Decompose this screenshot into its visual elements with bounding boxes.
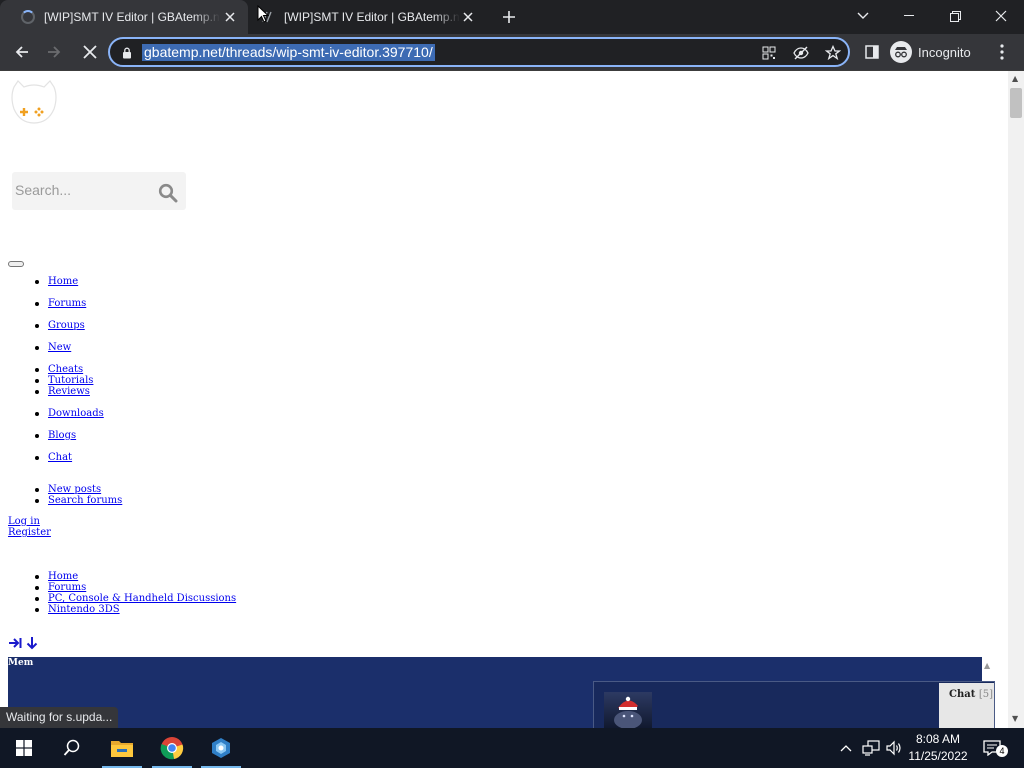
scroll-up-arrow-icon[interactable]: ▲	[1012, 74, 1018, 83]
file-explorer-button[interactable]	[98, 728, 146, 768]
new-posts-link[interactable]: New posts	[48, 484, 101, 495]
nav-item-downloads[interactable]: Downloads	[35, 408, 104, 420]
incognito-icon	[890, 41, 912, 63]
nav-link-reviews[interactable]: Reviews	[48, 386, 90, 397]
show-hidden-icons-button[interactable]	[836, 738, 856, 758]
nav-link-new[interactable]: New	[48, 342, 71, 353]
nav-link-tutorials[interactable]: Tutorials	[48, 375, 93, 386]
nav-item-forums[interactable]: Forums	[34, 298, 86, 310]
tab-active[interactable]: [WIP]SMT IV Editor | GBAtemp.net	[0, 0, 248, 34]
tab-strip: [WIP]SMT IV Editor | GBAtemp.net [WIP]SM…	[0, 0, 1024, 34]
nav-link-chat[interactable]: Chat	[48, 452, 72, 463]
incognito-label: Incognito	[918, 44, 971, 60]
nav-link-cheats[interactable]: Cheats	[48, 364, 83, 375]
nav-link-forums[interactable]: Forums	[48, 298, 86, 309]
taskbar-search-button[interactable]	[48, 728, 96, 768]
chrome-taskbar-button[interactable]	[148, 728, 196, 768]
browser-toolbar: gbatemp.net/threads/wip-smt-iv-editor.39…	[0, 34, 1024, 71]
new-tab-button[interactable]	[498, 6, 520, 28]
chat-avatar	[604, 692, 652, 728]
tab-title: [WIP]SMT IV Editor | GBAtemp.net	[284, 10, 460, 24]
minimize-button[interactable]	[886, 0, 932, 32]
clock-time: 8:08 AM	[915, 732, 961, 746]
jump-to-new-icon[interactable]	[8, 635, 22, 654]
search-forums-link[interactable]: Search forums	[48, 495, 122, 506]
jump-controls	[8, 635, 39, 654]
page-scrollbar[interactable]: ▲ ▼	[1008, 71, 1024, 728]
lock-icon[interactable]	[118, 44, 136, 62]
address-bar[interactable]: gbatemp.net/threads/wip-smt-iv-editor.39…	[108, 37, 850, 67]
status-bubble: Waiting for s.upda...	[0, 707, 119, 728]
incognito-indicator[interactable]: Incognito	[890, 39, 971, 65]
close-window-button[interactable]	[978, 0, 1024, 32]
page-content: Home Forums Groups New Cheats Tutorials …	[0, 71, 1008, 728]
close-tab-icon[interactable]	[222, 9, 238, 25]
chat-count: [5]	[978, 689, 993, 700]
breadcrumb-link-3ds[interactable]: Nintendo 3DS	[48, 604, 120, 615]
mouse-cursor-icon	[257, 4, 270, 27]
search-input[interactable]	[15, 182, 145, 198]
loading-spinner-icon	[20, 9, 36, 25]
chat-label: Chat	[949, 689, 976, 700]
notification-count-badge: 4	[996, 745, 1008, 757]
register-link[interactable]: Register	[8, 527, 51, 539]
nav-link-blogs[interactable]: Blogs	[48, 430, 76, 441]
nav-item-reviews[interactable]: Reviews	[35, 386, 90, 398]
menu-toggle-button[interactable]	[8, 261, 24, 267]
chat-toggle-button[interactable]: Chat [5]	[939, 683, 994, 728]
clock-date: 11/25/2022	[908, 749, 968, 763]
url-text[interactable]: gbatemp.net/threads/wip-smt-iv-editor.39…	[142, 44, 435, 61]
restore-button[interactable]	[932, 0, 978, 32]
volume-icon[interactable]	[884, 738, 904, 758]
network-icon[interactable]	[861, 738, 881, 758]
nav-item-home[interactable]: Home	[34, 276, 78, 288]
tracking-protection-icon[interactable]	[792, 44, 810, 62]
nav-item-blogs[interactable]: Blogs	[34, 430, 76, 442]
app-taskbar-button[interactable]	[197, 728, 245, 768]
nav-link-home[interactable]: Home	[48, 276, 78, 287]
nav-item-groups[interactable]: Groups	[35, 320, 85, 332]
windows-taskbar: 8:08 AM 11/25/2022 4	[0, 728, 1024, 768]
scroll-down-arrow-icon[interactable]: ▼	[1012, 714, 1018, 723]
back-button[interactable]	[8, 38, 36, 66]
nav-link-downloads[interactable]: Downloads	[48, 408, 104, 419]
forward-button[interactable]	[40, 38, 68, 66]
search-icon[interactable]	[158, 183, 178, 207]
start-button[interactable]	[0, 728, 48, 768]
tab-inactive[interactable]: [WIP]SMT IV Editor | GBAtemp.net	[248, 0, 486, 34]
tab-search-button[interactable]	[840, 0, 886, 32]
nav-item-new[interactable]: New	[34, 342, 71, 354]
inner-scroll-up-icon[interactable]: ▲	[984, 661, 990, 670]
scrollbar-thumb[interactable]	[1010, 88, 1022, 118]
sub-nav-item[interactable]: Search forums	[34, 495, 122, 507]
bookmark-star-icon[interactable]	[824, 44, 842, 62]
breadcrumb-link-home[interactable]: Home	[48, 571, 78, 582]
tab-title: [WIP]SMT IV Editor | GBAtemp.net	[44, 10, 220, 24]
breadcrumb-item[interactable]: Nintendo 3DS	[35, 604, 120, 616]
chat-panel	[593, 681, 995, 728]
gbatemp-logo[interactable]	[8, 79, 60, 129]
stop-loading-button[interactable]	[76, 38, 104, 66]
close-tab-icon[interactable]	[460, 9, 476, 25]
system-clock[interactable]: 8:08 AM 11/25/2022	[904, 731, 972, 765]
scroll-down-arrow-icon[interactable]	[25, 635, 39, 654]
nav-link-groups[interactable]: Groups	[48, 320, 85, 331]
chrome-menu-button[interactable]	[988, 38, 1016, 66]
install-app-icon[interactable]	[760, 44, 778, 62]
nav-item-chat[interactable]: Chat	[34, 452, 72, 464]
breadcrumb-link-discussions[interactable]: PC, Console & Handheld Discussions	[48, 593, 236, 604]
banner-label: Mem	[8, 658, 34, 668]
search-box	[12, 172, 186, 210]
breadcrumb-link-forums[interactable]: Forums	[48, 582, 86, 593]
side-panel-button[interactable]	[858, 38, 886, 66]
